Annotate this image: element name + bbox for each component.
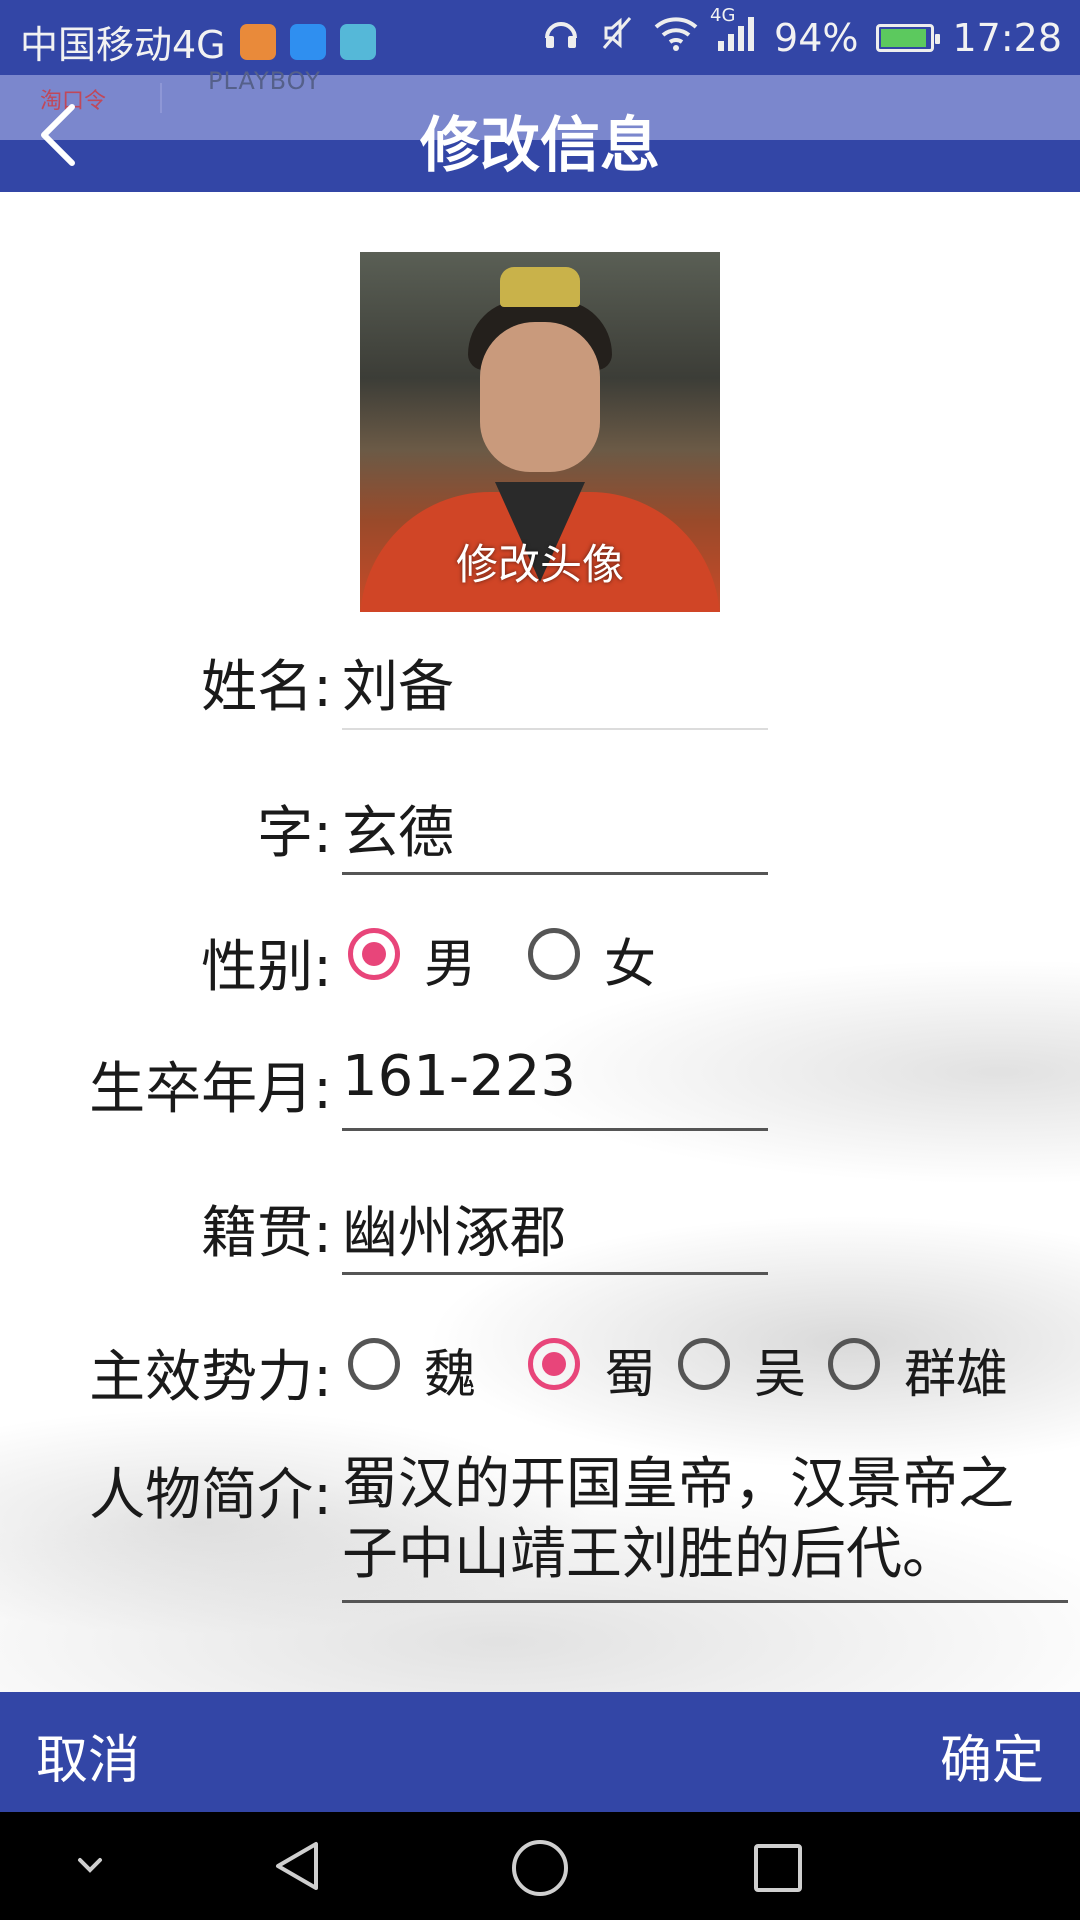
gender-radio-male[interactable] [348,928,400,980]
network-type-badge: 4G [710,5,736,26]
nav-recents-icon[interactable] [752,1842,804,1894]
battery-level [881,28,927,47]
name-label: 姓名: [201,655,332,720]
headphones-icon [542,14,580,61]
origin-underline [342,1272,768,1275]
faction-option-wei: 魏 [424,1345,477,1405]
faction-option-warlords: 群雄 [904,1345,1009,1405]
faction-radio-wei[interactable] [348,1338,400,1390]
status-right: 4G 94% 17:28 [542,5,1062,61]
bottom-action-bar: 取消 确定 [0,1692,1080,1812]
faction-label: 主效势力: [89,1345,332,1410]
uc-browser-icon [239,23,276,60]
avatar-picker[interactable]: 修改头像 [360,252,720,612]
gender-option-female: 女 [604,935,657,995]
status-bar: 中国移动4G 4G 94% 17:28 [0,0,1080,75]
app-notification-icon [289,23,326,60]
faction-radio-shu[interactable] [528,1338,580,1390]
courtesy-label: 字: [257,801,332,866]
origin-input[interactable]: 幽州涿郡 [342,1188,768,1269]
cancel-button[interactable]: 取消 [36,1718,140,1793]
app-bar: 淘口令 PLAYBOY 修改信息 [0,67,1080,192]
origin-label: 籍贯: [201,1201,332,1266]
wifi-icon [654,15,698,60]
faction-radio-wu[interactable] [678,1338,730,1390]
confirm-button[interactable]: 确定 [940,1718,1044,1793]
nav-back-icon[interactable] [270,1838,326,1894]
android-icon [339,23,376,60]
battery-icon [876,23,941,52]
faction-option-wu: 吴 [754,1345,807,1405]
avatar-portrait-hat [500,267,580,307]
bio-textarea[interactable]: 蜀汉的开国皇帝，汉景帝之子中山靖王刘胜的后代。 [342,1450,1062,1590]
system-nav-bar [0,1812,1080,1920]
lifespan-label: 生卒年月: [89,1057,332,1122]
lifespan-underline [342,1128,768,1131]
gender-radio-female[interactable] [528,928,580,980]
nav-home-icon[interactable] [510,1838,570,1898]
clock: 17:28 [952,15,1062,60]
bio-underline [342,1600,1068,1603]
courtesy-underline [342,872,768,875]
gender-option-male: 男 [424,935,477,995]
mute-icon [598,14,636,61]
bio-label: 人物简介: [89,1463,332,1528]
edit-form: 修改头像 姓名: 刘备 字: 玄德 性别: 男 女 生卒年月: 161-223 … [0,192,1080,1692]
chevron-down-icon[interactable] [72,1850,108,1880]
status-left: 中国移动4G [20,14,376,69]
lifespan-input[interactable]: 161-223 [342,1044,768,1109]
faction-option-shu: 蜀 [604,1345,657,1405]
faction-radio-warlords[interactable] [828,1338,880,1390]
courtesy-input[interactable]: 玄德 [342,788,768,869]
notification-right-text: PLAYBOY [208,67,321,95]
name-underline [342,728,768,730]
name-input[interactable]: 刘备 [342,642,768,723]
avatar-portrait-face [480,322,600,472]
battery-percent: 94% [774,15,859,60]
page-title: 修改信息 [420,111,660,181]
signal-icon: 4G [710,5,756,60]
carrier-label: 中国移动4G [20,23,226,67]
gender-label: 性别: [201,935,332,1000]
change-avatar-label: 修改头像 [455,540,624,589]
